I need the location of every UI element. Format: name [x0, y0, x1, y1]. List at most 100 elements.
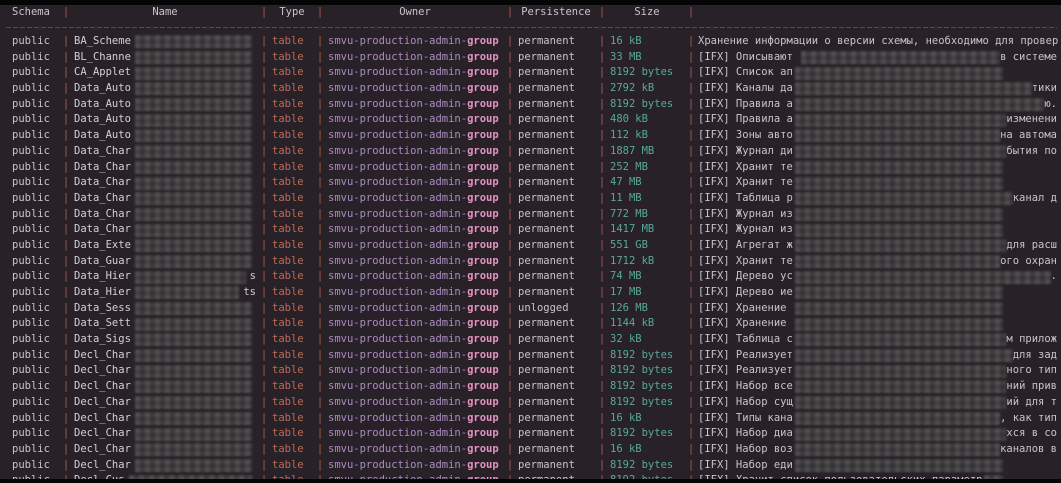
cell-persistence: permanent	[518, 65, 594, 81]
cell-schema: public	[12, 316, 58, 332]
cell-type: table	[272, 458, 312, 474]
cell-description: [IFX] Реализуетдля зад	[698, 348, 1061, 364]
table-name-text: Decl_Char	[74, 363, 131, 379]
cell-persistence: unlogged	[518, 301, 594, 317]
owner-text: smvu-production-admin-	[328, 144, 467, 160]
column-separator: |	[312, 332, 328, 348]
cell-persistence: permanent	[518, 207, 594, 223]
column-separator: |	[684, 207, 698, 223]
table-name-text: Data_Auto	[74, 97, 131, 113]
owner-text: smvu-production-admin-	[328, 379, 467, 395]
cell-schema: public	[12, 363, 58, 379]
column-separator: |	[312, 34, 328, 50]
column-separator: |	[256, 301, 272, 317]
column-separator: |	[594, 144, 610, 160]
column-separator: |	[594, 97, 610, 113]
cell-owner: smvu-production-admin-group	[328, 379, 502, 395]
description-text: [IFX] Хранит те	[698, 175, 793, 191]
cell-owner: smvu-production-admin-group	[328, 238, 502, 254]
cell-size: 2792 kB	[610, 81, 684, 97]
column-separator: |	[58, 379, 74, 395]
description-suffix: тики	[1032, 81, 1057, 97]
column-separator: |	[256, 160, 272, 176]
column-separator: |	[312, 426, 328, 442]
header-separator-line	[6, 27, 1057, 28]
column-separator: |	[256, 316, 272, 332]
cell-owner: smvu-production-admin-group	[328, 426, 502, 442]
cell-description: [IFX] Хранит теого охран	[698, 254, 1061, 270]
redacted-region	[135, 459, 252, 472]
column-separator: |	[594, 395, 610, 411]
description-suffix: ий для т	[1006, 395, 1057, 411]
column-separator: |	[594, 81, 610, 97]
cell-description: [IFX] Хранение	[698, 301, 1061, 317]
cell-persistence: permanent	[518, 363, 594, 379]
cell-owner: smvu-production-admin-group	[328, 411, 502, 427]
redacted-region	[795, 114, 1007, 127]
column-separator: |	[256, 458, 272, 474]
column-separator: |	[312, 442, 328, 458]
redacted-region	[795, 82, 1032, 95]
cell-persistence: permanent	[518, 144, 594, 160]
cell-size: 1712 kB	[610, 254, 684, 270]
table-name-text: Data_Hier	[74, 269, 131, 285]
cell-schema: public	[12, 269, 58, 285]
description-text: [IFX] Набор диа	[698, 426, 793, 442]
owner-highlight-match: group	[467, 50, 499, 66]
column-separator: |	[594, 379, 610, 395]
header-cell-persistence: Persistence	[518, 5, 594, 21]
column-separator: |	[684, 442, 698, 458]
owner-text: smvu-production-admin-	[328, 97, 467, 113]
description-suffix: , как тип	[1000, 411, 1057, 427]
description-text: [IFX] Хранит те	[698, 254, 793, 270]
column-separator: |	[312, 348, 328, 364]
terminal-screen[interactable]: Schema | Name | Type | Owner | Persisten…	[0, 0, 1061, 483]
owner-highlight-match: group	[467, 363, 499, 379]
table-row: public | Decl_Char | table | smvu-produc…	[0, 442, 1061, 458]
description-suffix: .	[1051, 269, 1057, 285]
column-separator: |	[684, 128, 698, 144]
table-name-text: Decl_Char	[74, 442, 131, 458]
column-separator: |	[312, 144, 328, 160]
column-separator: |	[594, 301, 610, 317]
cell-type: table	[272, 316, 312, 332]
column-separator: |	[684, 222, 698, 238]
column-separator: |	[256, 348, 272, 364]
column-separator: |	[502, 285, 518, 301]
description-text: [IFX] Журнал ди	[698, 144, 793, 160]
description-suffix: хся в со	[1006, 426, 1057, 442]
cell-size: 16 kB	[610, 442, 684, 458]
cell-type: table	[272, 50, 312, 66]
owner-highlight-match: group	[467, 191, 499, 207]
column-separator: |	[58, 128, 74, 144]
column-separator: |	[502, 65, 518, 81]
column-separator: |	[684, 316, 698, 332]
owner-text: smvu-production-admin-	[328, 332, 467, 348]
table-row: public | Data_Char | table | smvu-produc…	[0, 191, 1061, 207]
redacted-region	[135, 271, 246, 284]
redacted-region	[795, 255, 1000, 268]
column-separator: |	[58, 207, 74, 223]
column-separator: |	[684, 238, 698, 254]
owner-text: smvu-production-admin-	[328, 207, 467, 223]
table-name-text: Data_Char	[74, 207, 131, 223]
cell-size: 11 MB	[610, 191, 684, 207]
column-separator: |	[58, 50, 74, 66]
cell-type: table	[272, 379, 312, 395]
cell-size: 33 MB	[610, 50, 684, 66]
cell-size: 8192 bytes	[610, 348, 684, 364]
redacted-region	[795, 380, 1007, 393]
column-separator: |	[502, 395, 518, 411]
column-separator: |	[684, 34, 698, 50]
cell-schema: public	[12, 458, 58, 474]
table-name-text: Data_Sess	[74, 301, 131, 317]
column-separator: |	[684, 97, 698, 113]
cell-description: [IFX] Набор возканалов в	[698, 442, 1061, 458]
column-separator: |	[594, 426, 610, 442]
cell-owner: smvu-production-admin-group	[328, 222, 502, 238]
column-separator: |	[502, 442, 518, 458]
description-text: [IFX] Зоны авто	[698, 128, 793, 144]
owner-text: smvu-production-admin-	[328, 160, 467, 176]
column-separator: |	[58, 426, 74, 442]
column-separator: |	[312, 254, 328, 270]
